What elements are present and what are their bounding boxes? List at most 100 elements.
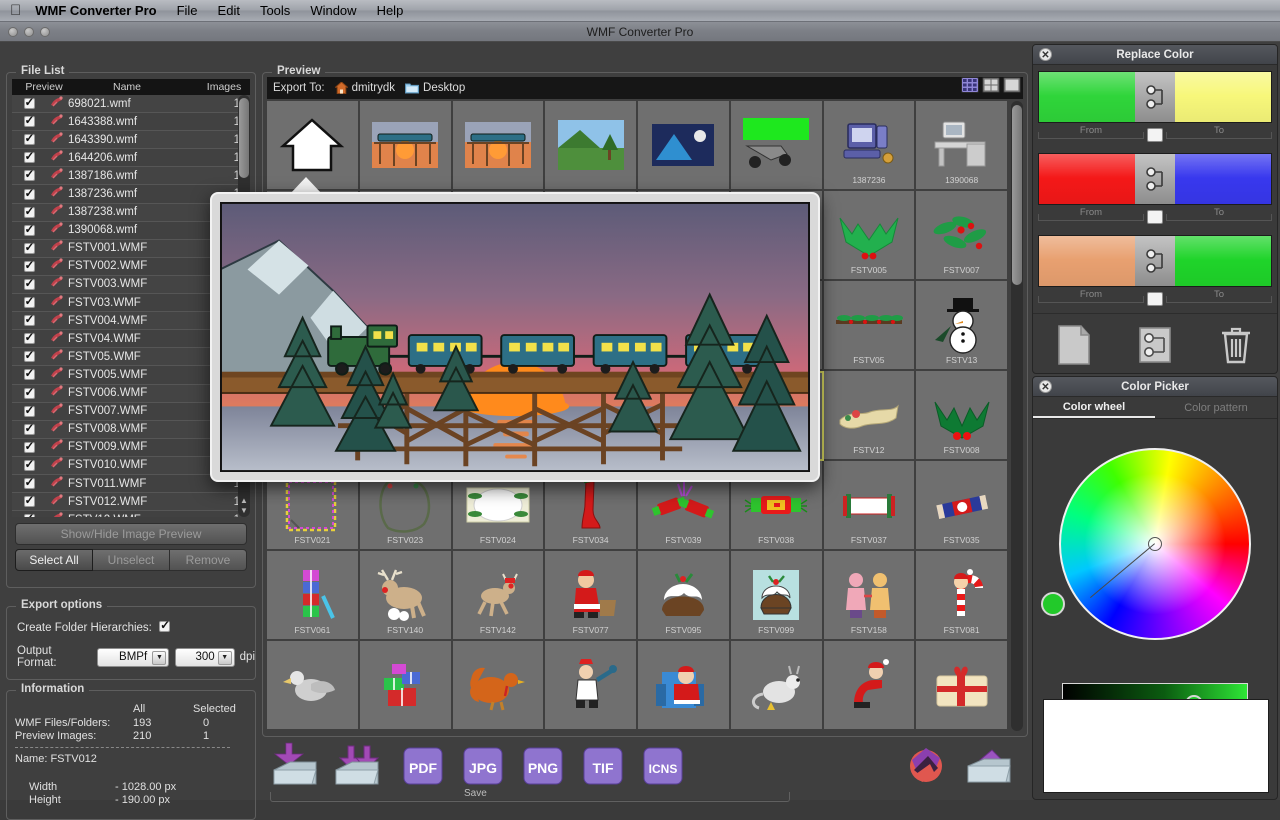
minimize-window-button[interactable] <box>24 27 34 37</box>
file-checkbox[interactable] <box>12 170 46 181</box>
menu-item-window[interactable]: Window <box>310 3 356 18</box>
export-folder-multi-button[interactable] <box>330 742 384 790</box>
file-checkbox[interactable] <box>12 152 46 163</box>
to-color-swatch[interactable] <box>1175 154 1271 204</box>
thumbnail-cell[interactable]: FSTV12 <box>824 371 917 461</box>
file-list-row[interactable]: FSTV12.WMF1 <box>12 511 250 517</box>
new-document-icon[interactable] <box>1055 324 1093 366</box>
dpi-select[interactable]: 300 ▼ <box>175 648 234 667</box>
thumbnail-cell[interactable] <box>731 641 824 731</box>
file-checkbox[interactable] <box>12 134 46 145</box>
file-list-row[interactable]: 698021.wmf1 <box>12 95 250 113</box>
thumbnail-cell[interactable]: FSTV140 <box>360 551 453 641</box>
file-list-scroll-thumb[interactable] <box>239 98 249 178</box>
file-checkbox[interactable] <box>12 424 46 435</box>
thumbnail-cell[interactable] <box>638 641 731 731</box>
to-color-swatch[interactable] <box>1175 236 1271 286</box>
unselect-button[interactable]: Unselect <box>93 549 170 571</box>
tab-color-wheel[interactable]: Color wheel <box>1033 397 1155 418</box>
from-color-swatch[interactable] <box>1039 72 1135 122</box>
column-name[interactable]: Name <box>76 81 198 93</box>
save-jpg-button[interactable]: JPG <box>458 744 512 792</box>
file-checkbox[interactable] <box>12 225 46 236</box>
app-name-menu[interactable]: WMF Converter Pro <box>35 3 156 18</box>
thumbnail-cell[interactable]: FSTV13 <box>916 281 1009 371</box>
thumbnail-grid-scrollbar[interactable] <box>1011 101 1023 731</box>
column-images[interactable]: Images <box>198 81 250 93</box>
thumbnail-cell[interactable]: FSTV158 <box>824 551 917 641</box>
image-preview-popover[interactable] <box>210 192 820 482</box>
pair-enabled-checkbox[interactable] <box>1147 128 1163 142</box>
file-checkbox[interactable] <box>12 207 46 218</box>
file-checkbox[interactable] <box>12 98 46 109</box>
thumbnail-cell[interactable]: FSTV142 <box>453 551 546 641</box>
file-checkbox[interactable] <box>12 243 46 254</box>
from-color-swatch[interactable] <box>1039 236 1135 286</box>
file-checkbox[interactable] <box>12 351 46 362</box>
thumbnail-cell[interactable]: FSTV095 <box>638 551 731 641</box>
link-icon[interactable] <box>1135 154 1175 204</box>
thumbnail-cell[interactable] <box>267 641 360 731</box>
file-checkbox[interactable] <box>12 297 46 308</box>
scroll-up-arrow[interactable]: ▲ <box>240 496 248 505</box>
thumbnail-cell[interactable]: 1390068 <box>916 101 1009 191</box>
thumbnail-cell[interactable] <box>545 641 638 731</box>
thumbnail-cell[interactable] <box>453 101 546 191</box>
file-checkbox[interactable] <box>12 333 46 344</box>
zoom-window-button[interactable] <box>40 27 50 37</box>
file-checkbox[interactable] <box>12 189 46 200</box>
file-checkbox[interactable] <box>12 279 46 290</box>
window-controls[interactable] <box>8 27 50 37</box>
thumbnail-cell[interactable] <box>545 101 638 191</box>
file-checkbox[interactable] <box>12 442 46 453</box>
save-icns-button[interactable]: ICNS <box>638 744 692 792</box>
chevron-down-icon[interactable]: ▼ <box>218 651 232 665</box>
link-icon[interactable] <box>1135 236 1175 286</box>
menu-item-help[interactable]: Help <box>377 3 404 18</box>
thumbnail-cell[interactable]: FSTV081 <box>916 551 1009 641</box>
grid-medium-view-button[interactable] <box>982 77 1000 93</box>
menu-item-file[interactable]: File <box>177 3 198 18</box>
file-list-row[interactable]: FSTV012.WMF1 <box>12 493 250 511</box>
create-folder-hierarchies-checkbox[interactable] <box>159 621 170 632</box>
menu-item-edit[interactable]: Edit <box>218 3 240 18</box>
thumbnail-cell[interactable]: FSTV007 <box>916 191 1009 281</box>
remove-button[interactable]: Remove <box>170 549 247 571</box>
single-large-view-button[interactable] <box>1003 77 1021 93</box>
color-wheel-center-handle[interactable] <box>1148 537 1162 551</box>
thumbnail-cell[interactable] <box>731 101 824 191</box>
export-folder-single-button[interactable] <box>268 742 322 790</box>
file-checkbox[interactable] <box>12 460 46 471</box>
thumbnail-cell[interactable]: FSTV05 <box>824 281 917 371</box>
file-checkbox[interactable] <box>12 315 46 326</box>
thumbnail-cell[interactable]: FSTV008 <box>916 371 1009 461</box>
show-hide-preview-button[interactable]: Show/Hide Image Preview <box>15 523 247 545</box>
thumbnail-cell[interactable]: FSTV061 <box>267 551 360 641</box>
file-checkbox[interactable] <box>12 369 46 380</box>
to-color-swatch[interactable] <box>1175 72 1271 122</box>
save-pdf-button[interactable]: PDF <box>398 744 452 792</box>
close-icon[interactable]: ✕ <box>1039 380 1052 393</box>
thumbnail-cell[interactable]: FSTV099 <box>731 551 824 641</box>
file-list-row[interactable]: 1644206.wmf1 <box>12 149 250 167</box>
file-checkbox[interactable] <box>12 514 46 517</box>
from-color-swatch[interactable] <box>1039 154 1135 204</box>
grid-small-view-button[interactable] <box>961 77 979 93</box>
menu-item-tools[interactable]: Tools <box>260 3 290 18</box>
color-replace-tool-button[interactable] <box>900 742 954 790</box>
thumbnail-cell[interactable] <box>360 641 453 731</box>
link-icon[interactable] <box>1135 72 1175 122</box>
close-window-button[interactable] <box>8 27 18 37</box>
color-wheel[interactable] <box>1059 448 1251 640</box>
color-wheel-area[interactable] <box>1033 419 1277 669</box>
file-list-row[interactable]: 1387186.wmf1 <box>12 167 250 185</box>
select-all-button[interactable]: Select All <box>15 549 93 571</box>
thumbnail-cell[interactable]: FSTV037 <box>824 461 917 551</box>
thumbnail-cell[interactable]: FSTV005 <box>824 191 917 281</box>
pair-enabled-checkbox[interactable] <box>1147 210 1163 224</box>
pair-enabled-checkbox[interactable] <box>1147 292 1163 306</box>
thumbnail-cell[interactable] <box>824 641 917 731</box>
file-checkbox[interactable] <box>12 496 46 507</box>
save-tif-button[interactable]: TIF <box>578 744 632 792</box>
thumbnail-cell[interactable] <box>453 641 546 731</box>
